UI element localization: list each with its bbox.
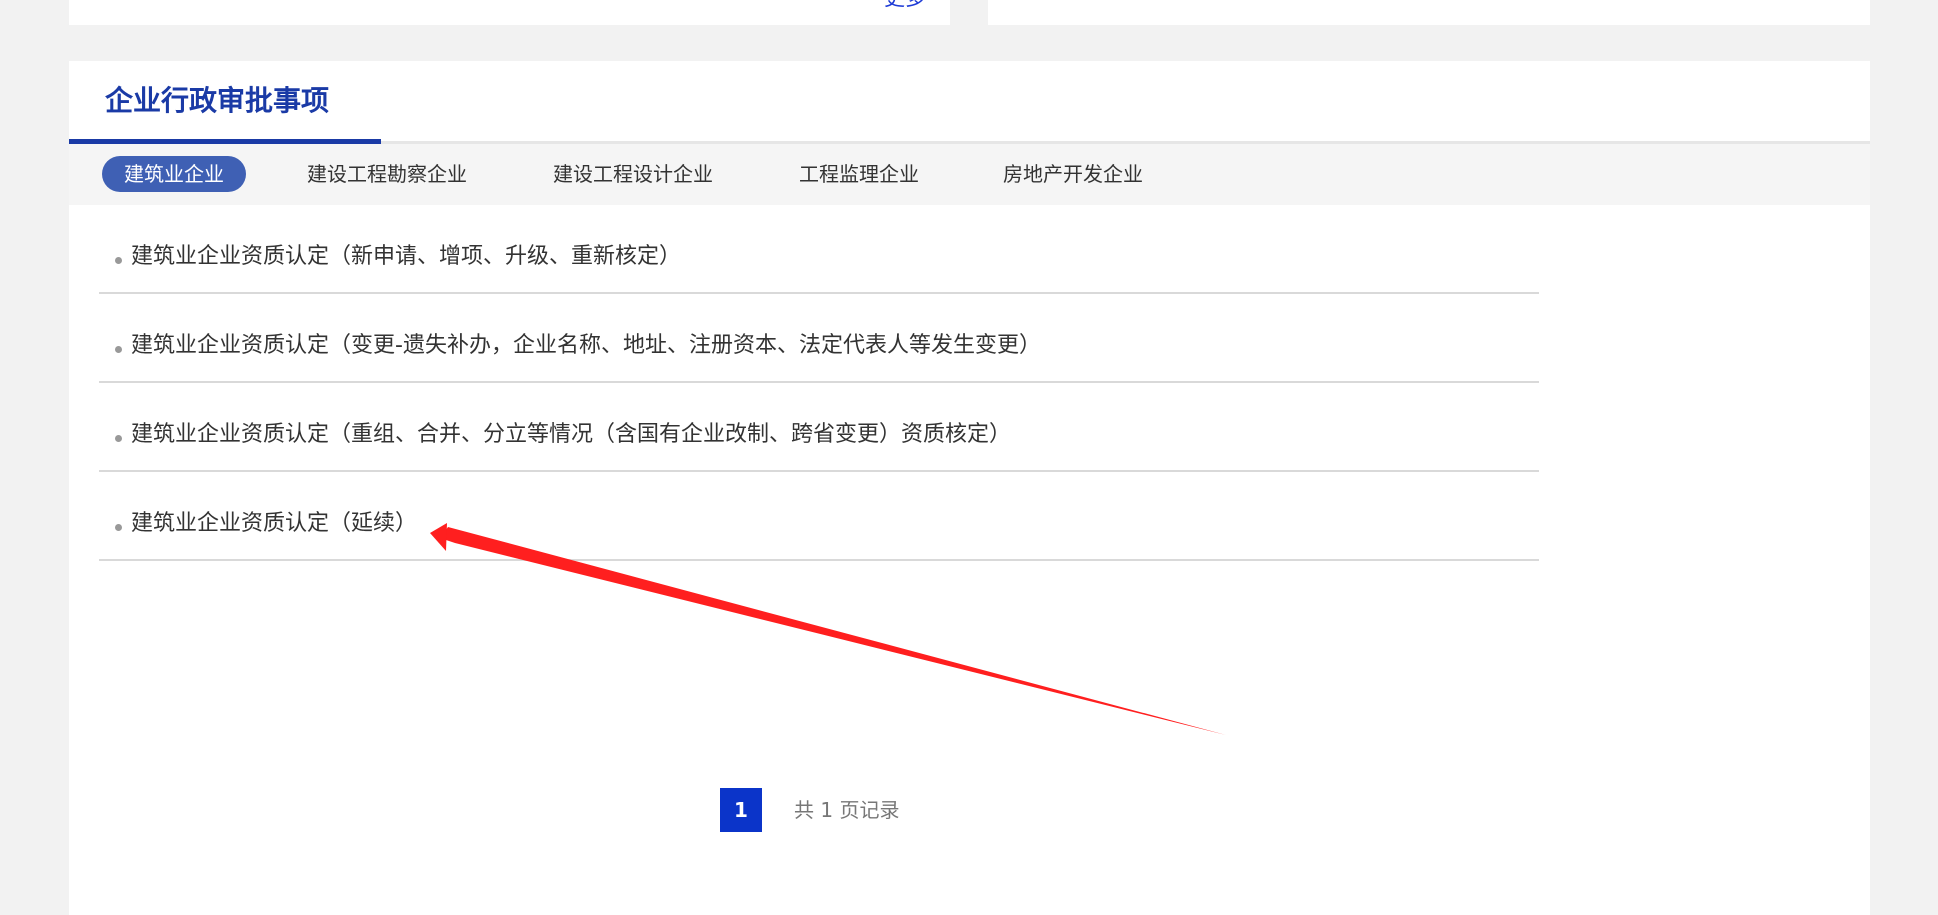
section-header: 企业行政审批事项 [69, 61, 1870, 145]
approval-item-list: 建筑业企业资质认定（新申请、增项、升级、重新核定） 建筑业企业资质认定（变更-遗… [99, 205, 1539, 561]
bullet-icon [115, 435, 122, 442]
list-item[interactable]: 建筑业企业资质认定（新申请、增项、升级、重新核定） [99, 205, 1539, 294]
top-right-card [988, 0, 1870, 25]
bullet-icon [115, 524, 122, 531]
tab-real-estate-enterprise[interactable]: 房地产开发企业 [1003, 156, 1143, 192]
page-button-current[interactable]: 1 [720, 788, 762, 832]
tab-construction-enterprise[interactable]: 建筑业企业 [102, 156, 246, 192]
list-item-text[interactable]: 建筑业企业资质认定（重组、合并、分立等情况（含国有企业改制、跨省变更）资质核定） [131, 421, 1011, 450]
list-item[interactable]: 建筑业企业资质认定（重组、合并、分立等情况（含国有企业改制、跨省变更）资质核定） [99, 383, 1539, 472]
list-item-text[interactable]: 建筑业企业资质认定（延续） [131, 510, 417, 539]
tab-supervision-enterprise[interactable]: 工程监理企业 [799, 156, 919, 192]
list-item-text[interactable]: 建筑业企业资质认定（变更-遗失补办，企业名称、地址、注册资本、法定代表人等发生变… [131, 332, 1041, 361]
tab-survey-enterprise[interactable]: 建设工程勘察企业 [307, 156, 467, 192]
more-link[interactable]: 更多 [884, 0, 926, 9]
list-item-text[interactable]: 建筑业企业资质认定（新申请、增项、升级、重新核定） [131, 243, 681, 272]
section-title: 企业行政审批事项 [105, 84, 330, 117]
bullet-icon [115, 257, 122, 264]
top-left-card: 更多 [69, 0, 950, 25]
enterprise-approval-panel: 企业行政审批事项 建筑业企业 建设工程勘察企业 建设工程设计企业 工程监理企业 … [69, 61, 1870, 915]
bullet-icon [115, 346, 122, 353]
list-item[interactable]: 建筑业企业资质认定（变更-遗失补办，企业名称、地址、注册资本、法定代表人等发生变… [99, 294, 1539, 383]
page-summary: 共 1 页记录 [794, 798, 900, 822]
list-item[interactable]: 建筑业企业资质认定（延续） [99, 472, 1539, 561]
category-tabs: 建筑业企业 建设工程勘察企业 建设工程设计企业 工程监理企业 房地产开发企业 [69, 144, 1870, 205]
tab-design-enterprise[interactable]: 建设工程设计企业 [553, 156, 713, 192]
